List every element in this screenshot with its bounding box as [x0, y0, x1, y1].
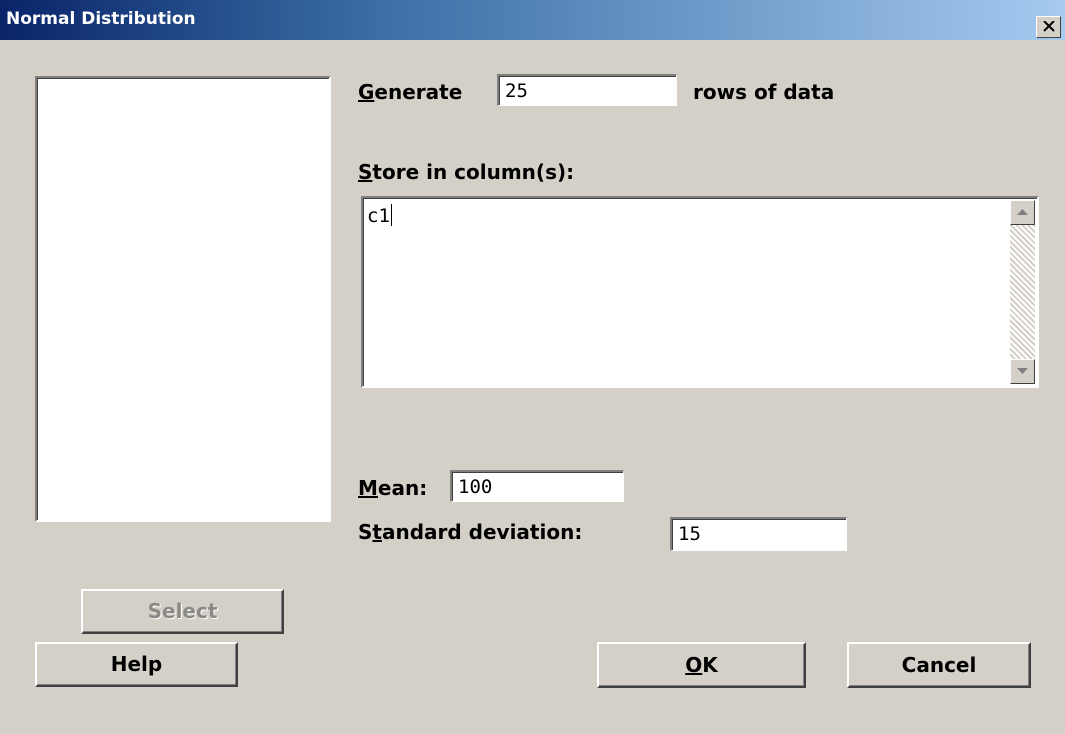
- ok-button-label: K: [702, 653, 718, 677]
- store-label: Store in column(s):: [358, 160, 574, 184]
- rows-suffix-label: rows of data: [693, 80, 835, 104]
- text-caret: [390, 204, 392, 226]
- help-button[interactable]: Help: [35, 642, 238, 687]
- std-prefix: S: [358, 520, 373, 544]
- title-bar[interactable]: Normal Distribution: [0, 0, 1065, 40]
- ok-mnemonic: O: [685, 653, 703, 677]
- mean-label-text: ean:: [377, 476, 428, 500]
- generate-label-text: enerate: [374, 80, 463, 104]
- store-value: c1: [367, 205, 390, 227]
- mean-value: 100: [458, 476, 493, 498]
- generate-mnemonic: G: [358, 80, 375, 104]
- select-button[interactable]: Select: [81, 589, 284, 634]
- variable-list[interactable]: [35, 76, 331, 522]
- store-mnemonic: S: [358, 160, 373, 184]
- arrow-up-icon: [1017, 209, 1028, 215]
- store-columns-text: c1: [367, 202, 392, 230]
- rows-input[interactable]: 25: [497, 74, 677, 106]
- cancel-button-label: Cancel: [901, 653, 977, 677]
- scroll-up-button[interactable]: [1010, 200, 1035, 225]
- rows-value: 25: [505, 80, 528, 102]
- scroll-down-button[interactable]: [1010, 359, 1035, 384]
- help-button-label: Help: [110, 652, 163, 676]
- std-value: 15: [678, 523, 701, 545]
- select-button-label: Select: [147, 599, 218, 623]
- mean-input[interactable]: 100: [450, 470, 624, 502]
- cancel-button[interactable]: Cancel: [847, 642, 1031, 688]
- mean-mnemonic: M: [358, 476, 378, 500]
- store-scrollbar[interactable]: [1010, 200, 1035, 384]
- std-mnemonic: t: [372, 520, 382, 544]
- normal-distribution-dialog: Normal Distribution Generate 25 rows of …: [0, 0, 1065, 734]
- store-label-text: tore in column(s):: [372, 160, 575, 184]
- window-title: Normal Distribution: [6, 9, 196, 29]
- ok-button[interactable]: OK: [597, 642, 806, 688]
- std-input[interactable]: 15: [670, 517, 847, 551]
- close-button[interactable]: [1036, 16, 1061, 38]
- arrow-down-icon: [1017, 368, 1028, 374]
- std-label-text: andard deviation:: [381, 520, 583, 544]
- close-icon: [1043, 21, 1055, 32]
- mean-label: Mean:: [358, 476, 427, 500]
- generate-label: Generate: [358, 80, 462, 104]
- store-columns-textarea[interactable]: c1: [361, 196, 1039, 388]
- std-label: Standard deviation:: [358, 520, 582, 544]
